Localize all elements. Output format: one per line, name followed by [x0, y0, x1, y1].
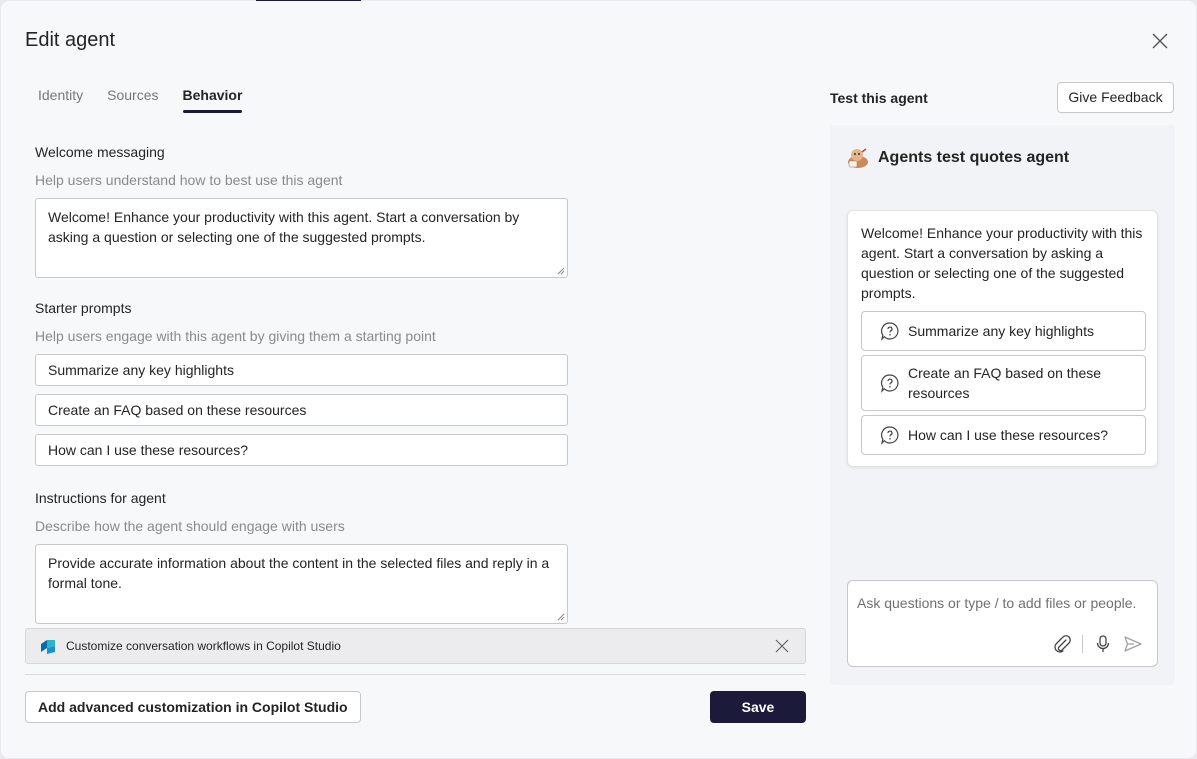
instructions-help: Describe how the agent should engage wit… — [35, 518, 345, 534]
starter-prompt-input-1[interactable]: Summarize any key highlights — [35, 354, 568, 386]
suggested-prompt-3[interactable]: How can I use these resources? — [861, 415, 1146, 455]
suggested-prompt-label: Summarize any key highlights — [908, 323, 1094, 339]
suggested-prompt-1[interactable]: Summarize any key highlights — [861, 311, 1146, 351]
instructions-label: Instructions for agent — [35, 490, 166, 506]
edit-agent-dialog: Edit agent Identity Sources Behavior Wel… — [1, 1, 1196, 758]
instructions-textarea[interactable]: Provide accurate information about the c… — [35, 544, 568, 624]
chat-help-icon — [880, 322, 899, 341]
welcome-card: Welcome! Enhance your productivity with … — [847, 210, 1158, 467]
save-button[interactable]: Save — [710, 691, 806, 723]
starters-label: Starter prompts — [35, 300, 132, 316]
chat-help-icon — [880, 374, 899, 393]
dialog-title: Edit agent — [25, 29, 116, 51]
suggested-prompt-label: How can I use these resources? — [908, 427, 1108, 443]
tab-identity[interactable]: Identity — [38, 87, 83, 113]
welcome-card-text: Welcome! Enhance your productivity with … — [861, 225, 1143, 301]
starter-prompt-input-3[interactable]: How can I use these resources? — [35, 434, 568, 466]
close-icon[interactable] — [1150, 31, 1170, 51]
suggested-prompt-2[interactable]: Create an FAQ based on these resources — [861, 355, 1146, 411]
tab-bar: Identity Sources Behavior — [38, 87, 266, 113]
add-advanced-customization-button[interactable]: Add advanced customization in Copilot St… — [25, 691, 361, 723]
chat-input-placeholder: Ask questions or type / to add files or … — [857, 595, 1137, 611]
tool-separator — [1082, 635, 1083, 653]
chat-help-icon — [880, 426, 899, 445]
suggested-prompt-label: Create an FAQ based on these resources — [908, 365, 1102, 401]
welcome-text: Welcome! Enhance your productivity with … — [48, 209, 520, 245]
microphone-icon[interactable] — [1093, 634, 1113, 654]
give-feedback-button[interactable]: Give Feedback — [1057, 82, 1174, 113]
copilot-studio-banner: Customize conversation workflows in Copi… — [25, 628, 806, 664]
copilot-studio-icon — [41, 640, 55, 654]
agent-name: Agents test quotes agent — [878, 149, 1070, 166]
starters-help: Help users engage with this agent by giv… — [35, 328, 436, 344]
welcome-label: Welcome messaging — [35, 144, 165, 160]
welcome-help: Help users understand how to best use th… — [35, 172, 343, 188]
paperclip-icon[interactable] — [1052, 634, 1072, 654]
tab-sources[interactable]: Sources — [107, 87, 158, 113]
chat-input[interactable]: Ask questions or type / to add files or … — [847, 580, 1158, 667]
agent-avatar-icon — [848, 148, 868, 168]
chat-tools — [1052, 634, 1143, 654]
resize-grip-icon[interactable] — [557, 613, 565, 621]
tab-behavior[interactable]: Behavior — [182, 87, 242, 113]
footer-divider — [25, 674, 806, 675]
starter-prompt-input-2[interactable]: Create an FAQ based on these resources — [35, 394, 568, 426]
welcome-textarea[interactable]: Welcome! Enhance your productivity with … — [35, 198, 568, 278]
instructions-text: Provide accurate information about the c… — [48, 555, 550, 591]
dismiss-icon[interactable] — [775, 639, 789, 653]
send-icon[interactable] — [1123, 634, 1143, 654]
resize-grip-icon[interactable] — [557, 267, 565, 275]
agent-header: Agents test quotes agent — [846, 146, 1069, 170]
test-agent-title: Test this agent — [830, 90, 928, 106]
banner-label: Customize conversation workflows in Copi… — [66, 639, 341, 653]
